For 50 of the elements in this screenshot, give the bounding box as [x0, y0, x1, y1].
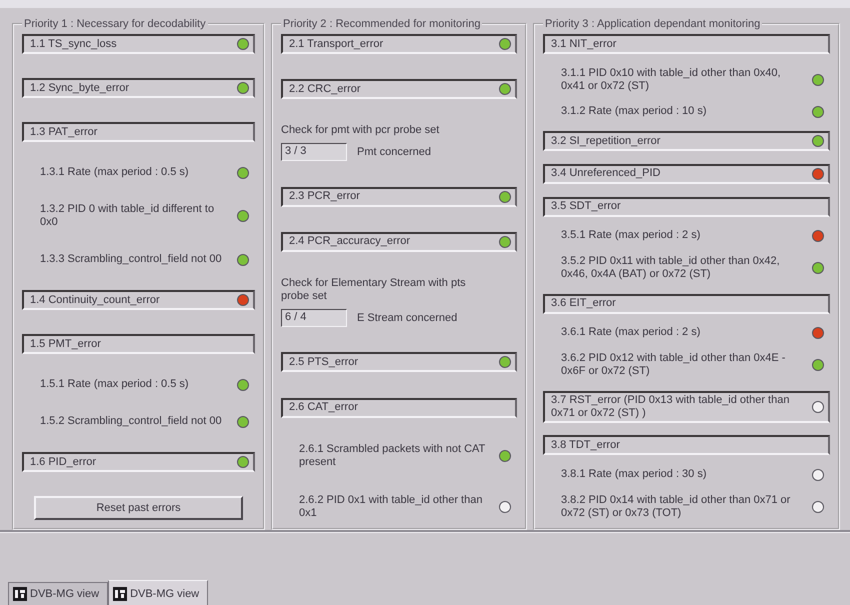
note-text: Check for pmt with pcr probe set — [281, 124, 440, 138]
check-label: 3.8.2 PID 0x14 with table_id other than 0x71 or 0x72 (ST) or 0x73 (TOT) — [561, 494, 792, 520]
error-label: 2.2 CRC_error — [289, 82, 361, 96]
error-label: 3.6 EIT_error — [551, 297, 616, 310]
check-label: 3.6.1 Rate (max period : 2 s) — [561, 326, 700, 340]
panel-title: Priority 2 : Recommended for monitoring — [282, 18, 482, 30]
error-label: 3.8 TDT_error — [551, 438, 620, 452]
panel-title: Priority 3 : Application dependant monitoring — [544, 18, 762, 30]
app-icon — [13, 587, 27, 601]
check-label: 3.1.1 PID 0x10 with table_id other than 0x40, 0x41 or 0x72 (ST) — [561, 66, 782, 93]
check-label: 1.5.1 Rate (max period : 0.5 s) — [40, 378, 189, 391]
error-label: 1.6 PID_error — [30, 456, 96, 468]
error-label: 3.7 RST_error (PID 0x13 with table_id other than 0x71 or 0x72 (ST) ) — [551, 394, 790, 420]
error-label: 1.1 TS_sync_loss — [30, 38, 117, 50]
error-label: 2.3 PCR_error — [289, 190, 360, 204]
error-label: 2.5 PTS_error — [289, 356, 358, 369]
check-label: 1.5.2 Scrambling_control_field not 00 — [40, 415, 222, 428]
reset-button[interactable]: Reset past errors — [34, 496, 243, 520]
counter-label: Pmt concerned — [357, 146, 431, 159]
check-label: 3.1.2 Rate (max period : 10 s) — [561, 105, 707, 118]
counter-field: 6 / 4 — [281, 309, 347, 328]
view-tab[interactable]: DVB-MG view — [8, 582, 108, 605]
error-label: 1.2 Sync_byte_error — [30, 82, 130, 94]
error-label: 3.4 Unreferenced_PID — [551, 167, 660, 180]
check-label: 1.3.1 Rate (max period : 0.5 s) — [40, 166, 189, 179]
check-label: 3.8.1 Rate (max period : 30 s) — [561, 468, 707, 482]
counter-field: 3 / 3 — [281, 143, 347, 162]
check-label: 1.3.2 PID 0 with table_id different to 0x0 — [40, 203, 216, 229]
error-label: 3.5 SDT_error — [551, 200, 621, 214]
check-label: 2.6.1 Scrambled packets with not CAT present — [299, 442, 486, 469]
error-label: 1.5 PMT_error — [30, 338, 101, 350]
check-label: 2.6.2 PID 0x1 with table_id other than 0x1 — [299, 494, 484, 520]
tab-label: DVB-MG view — [130, 588, 200, 600]
error-label: 3.1 NIT_error — [551, 38, 616, 50]
error-label: 2.4 PCR_accuracy_error — [289, 235, 410, 248]
note-text: Check for Elementary Stream with pts probe set — [281, 277, 467, 304]
counter-label: E Stream concerned — [357, 312, 458, 325]
error-label: 2.6 CAT_error — [289, 401, 358, 414]
panel-title: Priority 1 : Necessary for decodability — [23, 18, 207, 30]
error-label: 3.2 SI_repetition_error — [551, 134, 660, 148]
check-label: 1.3.3 Scrambling_control_field not 00 — [40, 253, 222, 266]
view-tab[interactable]: DVB-MG view — [108, 580, 208, 605]
error-label: 1.4 Continuity_count_error — [30, 294, 160, 306]
check-label: 3.5.1 Rate (max period : 2 s) — [561, 229, 700, 242]
app-icon — [113, 586, 128, 600]
check-label: 3.6.2 PID 0x12 with table_id other than 0x4E - 0x6F or 0x72 (ST) — [561, 352, 786, 378]
tab-label: DVB-MG view — [30, 588, 100, 600]
error-label: 2.1 Transport_error — [289, 38, 384, 50]
check-label: 3.5.2 PID 0x11 with table_id other than 0x42, 0x46, 0x4A (BAT) or 0x72 (ST) — [561, 254, 781, 281]
error-label: 1.3 PAT_error — [30, 126, 98, 138]
